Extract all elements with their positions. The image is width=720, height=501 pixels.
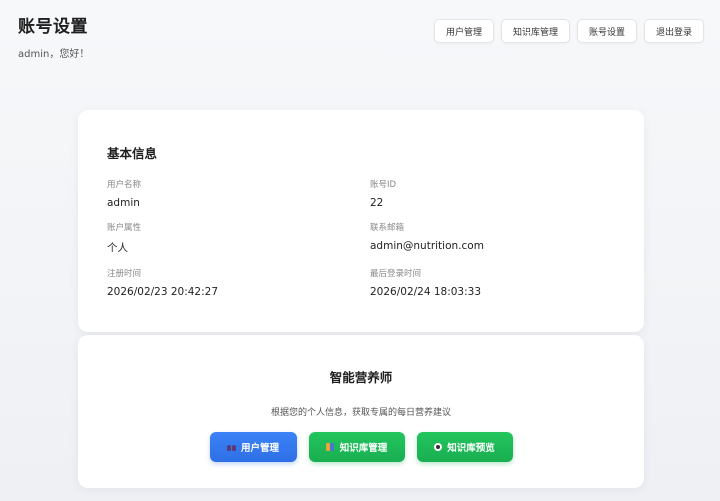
basic-info-card: 基本信息 用户名称 admin 账号ID 22 账户属性 个人 联系邮箱 adm…	[78, 110, 644, 332]
nav-logout-button[interactable]: 退出登录	[643, 19, 704, 43]
eye-icon	[434, 443, 443, 451]
field-label: 最后登录时间	[370, 269, 422, 279]
button-label: 知识库管理	[339, 443, 388, 454]
ai-nutritionist-title: 智能营养师	[329, 370, 393, 385]
field-account-type: 账户属性 个人	[107, 221, 370, 255]
field-value: admin@nutrition.com	[370, 240, 484, 252]
field-username: 用户名称 admin	[107, 178, 370, 209]
field-value: 2026/02/23 20:42:27	[107, 286, 219, 298]
ai-nutritionist-description: 根据您的个人信息，获取专属的每日营养建议	[270, 408, 451, 418]
field-value: 个人	[107, 242, 128, 254]
greeting-text: admin，您好！	[18, 49, 90, 60]
nav-user-management-button[interactable]: 用户管理	[433, 19, 494, 43]
users-icon	[226, 444, 236, 451]
field-email: 联系邮箱 admin@nutrition.com	[370, 221, 610, 255]
field-last-login: 最后登录时间 2026/02/24 18:03:33	[370, 267, 610, 298]
field-value: 2026/02/24 18:03:33	[370, 286, 482, 298]
field-label: 账户属性	[107, 223, 142, 233]
top-nav: 用户管理 知识库管理 账号设置 退出登录	[433, 19, 704, 43]
field-account-id: 账号ID 22	[370, 178, 610, 209]
button-label: 知识库预览	[447, 443, 495, 454]
field-label: 联系邮箱	[370, 223, 405, 233]
ai-actions: 用户管理 知识库管理 知识库预览	[78, 432, 644, 462]
page-header: 账号设置 admin，您好！	[18, 12, 89, 60]
field-label: 注册时间	[107, 269, 142, 279]
basic-info-grid: 用户名称 admin 账号ID 22 账户属性 个人 联系邮箱 admin@nu…	[107, 178, 615, 298]
field-value: 22	[370, 197, 384, 209]
kb-management-button[interactable]: 知识库管理	[308, 432, 405, 462]
user-management-button[interactable]: 用户管理	[209, 432, 297, 462]
nav-account-settings-button[interactable]: 账号设置	[576, 19, 637, 43]
field-registered-at: 注册时间 2026/02/23 20:42:27	[107, 267, 370, 298]
kb-preview-button[interactable]: 知识库预览	[416, 432, 513, 462]
button-label: 用户管理	[240, 443, 279, 454]
nav-kb-management-button[interactable]: 知识库管理	[500, 19, 570, 43]
books-icon	[325, 443, 335, 451]
page-title: 账号设置	[18, 17, 88, 37]
basic-info-title: 基本信息	[107, 146, 158, 161]
field-label: 账号ID	[370, 180, 397, 190]
ai-nutritionist-card: 智能营养师 根据您的个人信息，获取专属的每日营养建议 用户管理 知识库管理 知识…	[78, 335, 644, 488]
field-label: 用户名称	[107, 180, 142, 190]
field-value: admin	[107, 197, 140, 209]
